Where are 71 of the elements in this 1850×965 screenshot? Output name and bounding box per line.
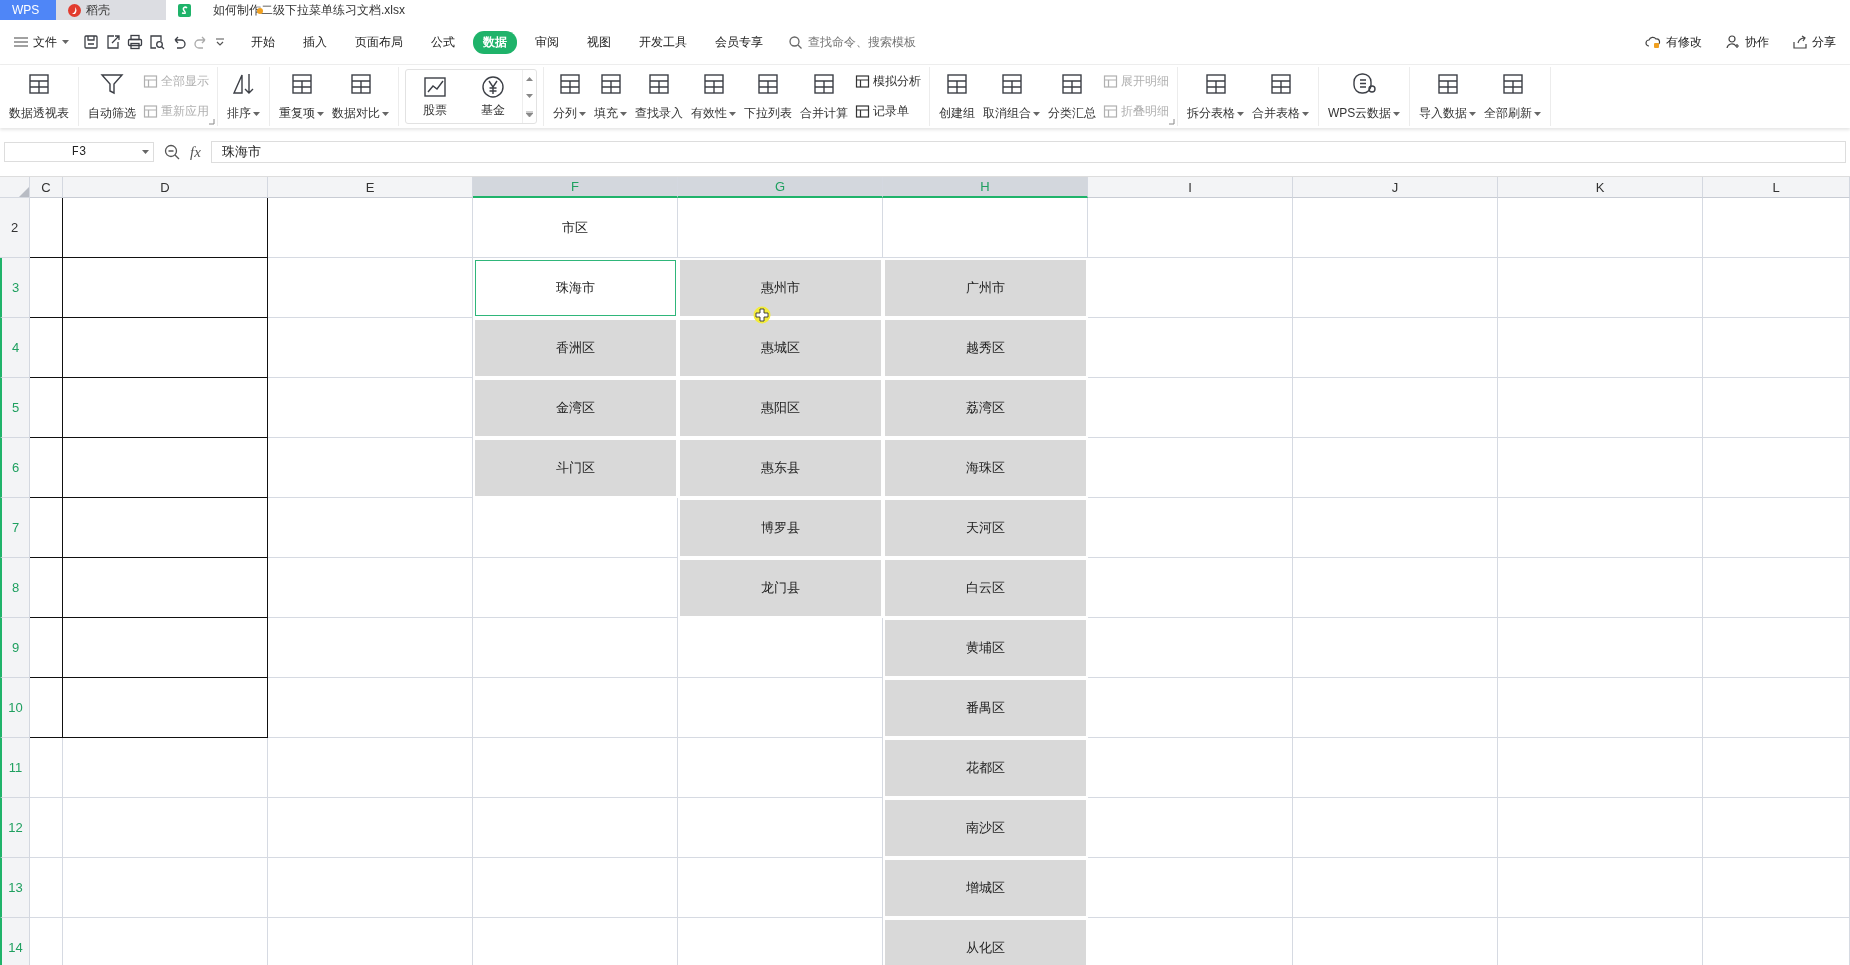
row-header[interactable]: 2 bbox=[0, 198, 30, 258]
ribbon-button[interactable]: 查找录入 bbox=[632, 67, 686, 126]
ribbon-tab[interactable]: 公式 bbox=[421, 30, 465, 54]
ribbon-button[interactable]: 分类汇总 bbox=[1045, 67, 1099, 126]
table-cell: 惠城区 bbox=[678, 318, 883, 378]
toolbar-action[interactable]: 有修改 bbox=[1639, 29, 1708, 55]
table-cell: 龙门县 bbox=[678, 558, 883, 618]
table-cell: 天河区 bbox=[883, 498, 1088, 558]
ribbon-tab[interactable]: 开发工具 bbox=[629, 30, 697, 54]
column-header[interactable]: J bbox=[1293, 177, 1498, 198]
column-header[interactable]: L bbox=[1703, 177, 1850, 198]
ribbon-tab[interactable]: 页面布局 bbox=[345, 30, 413, 54]
table-cell: 番禺区 bbox=[883, 678, 1088, 738]
table-cell: 香洲区 bbox=[473, 318, 678, 378]
ribbon-button[interactable]: 拆分表格 bbox=[1184, 67, 1247, 126]
table-cell: 海珠区 bbox=[883, 438, 1088, 498]
ribbon-button[interactable]: 重复项 bbox=[276, 67, 327, 126]
ribbon-tab[interactable]: 视图 bbox=[577, 30, 621, 54]
table-cell: 博罗县 bbox=[678, 498, 883, 558]
ribbon-button[interactable]: 模拟分析 bbox=[853, 72, 923, 92]
column-header[interactable]: E bbox=[268, 177, 473, 198]
formula-field[interactable]: 珠海市 bbox=[210, 141, 1846, 163]
table-cell: 增城区 bbox=[883, 858, 1088, 918]
ribbon-button[interactable]: 下拉列表 bbox=[741, 67, 795, 126]
ribbon-button[interactable]: 导入数据 bbox=[1416, 67, 1480, 126]
table-cell: 斗门区 bbox=[473, 438, 678, 498]
ribbon-tab[interactable]: 会员专享 bbox=[705, 30, 773, 54]
ribbon-tab[interactable]: 审阅 bbox=[525, 30, 569, 54]
table-cell: 南沙区 bbox=[883, 798, 1088, 858]
ribbon-button[interactable]: 创建组 bbox=[936, 67, 978, 126]
gallery-item[interactable]: 股票 bbox=[406, 70, 464, 123]
table-cell: 市区 bbox=[473, 198, 678, 258]
table-cell: 惠阳区 bbox=[678, 378, 883, 438]
table-cell: 珠海市 bbox=[473, 258, 678, 318]
ribbon-button[interactable]: WPS云数据 bbox=[1325, 67, 1404, 126]
ribbon-button[interactable]: 全部刷新 bbox=[1481, 67, 1545, 126]
table-cell: 惠东县 bbox=[678, 438, 883, 498]
column-header[interactable]: D bbox=[63, 177, 268, 198]
table-cell: 从化区 bbox=[883, 918, 1088, 965]
ribbon-tab[interactable]: 开始 bbox=[241, 30, 285, 54]
table-cell: 金湾区 bbox=[473, 378, 678, 438]
app-tab[interactable]: 稻壳 bbox=[56, 0, 166, 20]
ribbon-button[interactable]: 记录单 bbox=[853, 101, 923, 121]
ribbon-button[interactable]: 有效性 bbox=[688, 67, 739, 126]
ribbon-button[interactable]: 取消组合 bbox=[980, 67, 1043, 126]
ribbon-button[interactable]: 自动筛选 bbox=[85, 67, 139, 126]
function-button[interactable]: fx bbox=[190, 143, 201, 161]
ribbon-button[interactable]: 数据对比 bbox=[329, 67, 392, 126]
search-field[interactable]: 查找命令、搜索模板 bbox=[789, 34, 940, 50]
column-header[interactable]: C bbox=[30, 177, 63, 198]
table-cell: 黄埔区 bbox=[883, 618, 1088, 678]
ribbon-button[interactable]: 填充 bbox=[591, 67, 630, 126]
table-cell: 荔湾区 bbox=[883, 378, 1088, 438]
toolbar-action[interactable]: 分享 bbox=[1787, 29, 1842, 55]
file-menu[interactable]: 文件 bbox=[8, 29, 75, 55]
table-cell: 越秀区 bbox=[883, 318, 1088, 378]
gallery-item[interactable]: 基金 bbox=[464, 70, 522, 123]
ribbon-button[interactable]: 合并表格 bbox=[1249, 67, 1312, 126]
table-cell: 惠州市 bbox=[678, 258, 883, 318]
column-header[interactable]: I bbox=[1088, 177, 1293, 198]
table-cell: 白云区 bbox=[883, 558, 1088, 618]
ribbon-button[interactable]: 合并计算 bbox=[797, 67, 851, 126]
ribbon-button[interactable]: 分列 bbox=[550, 67, 589, 126]
name-box[interactable]: F3 bbox=[4, 142, 154, 162]
ribbon-button[interactable]: 排序 bbox=[224, 67, 263, 126]
table-cell: 广州市 bbox=[883, 258, 1088, 318]
column-header[interactable]: K bbox=[1498, 177, 1703, 198]
toolbar-action[interactable]: 协作 bbox=[1720, 29, 1775, 55]
ribbon-tab[interactable]: 插入 bbox=[293, 30, 337, 54]
ribbon-button[interactable]: 数据透视表 bbox=[6, 67, 72, 126]
table-cell: 花都区 bbox=[883, 738, 1088, 798]
